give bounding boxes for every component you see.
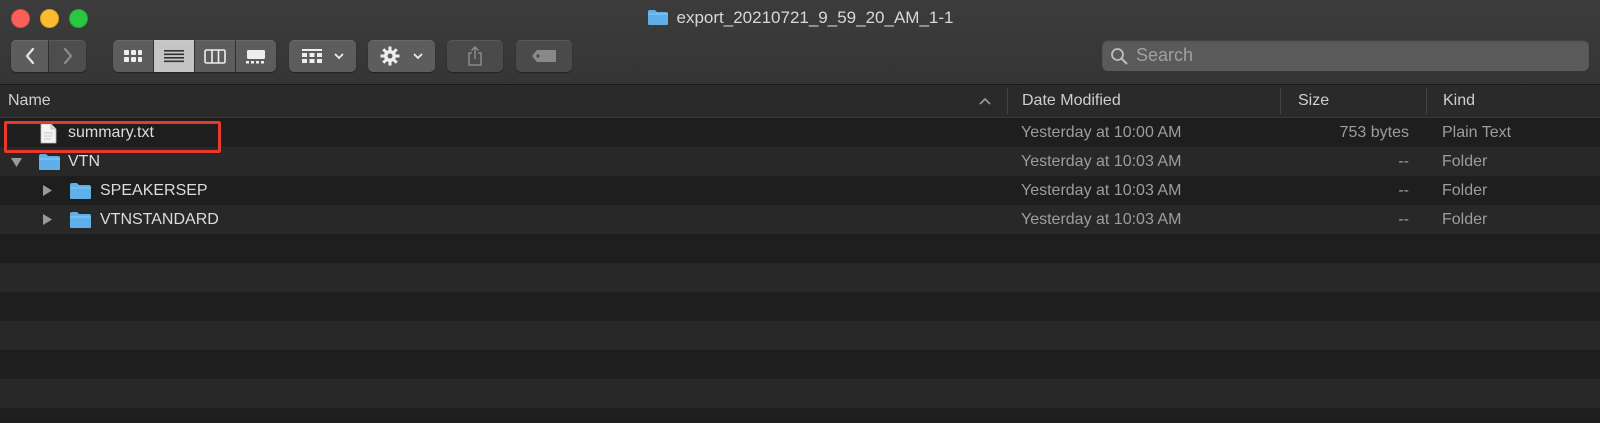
folder-name: VTNSTANDARD xyxy=(100,211,219,228)
column-divider[interactable] xyxy=(1426,88,1427,114)
forward-button[interactable] xyxy=(49,40,86,72)
date-modified: Yesterday at 10:03 AM xyxy=(1021,211,1182,228)
empty-row xyxy=(0,234,1600,263)
file-size: 753 bytes xyxy=(1339,124,1409,141)
group-grid-icon xyxy=(301,49,322,63)
empty-row xyxy=(0,292,1600,321)
disclosure-collapsed-icon[interactable] xyxy=(42,184,53,197)
gallery-view-button[interactable] xyxy=(236,40,276,72)
empty-row xyxy=(0,321,1600,350)
back-button[interactable] xyxy=(11,40,48,72)
chevron-down-icon xyxy=(334,53,344,60)
column-header-date-modified[interactable]: Date Modified xyxy=(1022,85,1121,117)
file-name: summary.txt xyxy=(68,124,154,141)
search-field[interactable] xyxy=(1102,40,1589,71)
folder-icon xyxy=(39,154,60,170)
date-modified: Yesterday at 10:00 AM xyxy=(1021,124,1182,141)
folder-row-vtn[interactable]: VTN Yesterday at 10:03 AM -- Folder xyxy=(0,147,1600,176)
disclosure-expanded-icon[interactable] xyxy=(10,157,23,168)
window-title-text: export_20210721_9_59_20_AM_1-1 xyxy=(676,8,954,27)
file-row-summary-txt[interactable]: summary.txt Yesterday at 10:00 AM 753 by… xyxy=(0,118,1600,147)
search-input[interactable] xyxy=(1134,44,1578,67)
column-divider[interactable] xyxy=(1007,88,1008,114)
file-size: -- xyxy=(1398,153,1409,170)
empty-row xyxy=(0,379,1600,408)
search-icon xyxy=(1111,47,1128,64)
action-menu-button[interactable] xyxy=(368,40,435,72)
folder-row-speakersep[interactable]: SPEAKERSEP Yesterday at 10:03 AM -- Fold… xyxy=(0,176,1600,205)
empty-row xyxy=(0,408,1600,423)
icon-view-icon xyxy=(124,50,142,62)
file-kind: Folder xyxy=(1442,153,1488,170)
share-icon xyxy=(468,46,482,66)
icon-view-button[interactable] xyxy=(113,40,153,72)
list-view-icon xyxy=(164,50,184,63)
column-divider[interactable] xyxy=(1280,88,1281,114)
text-file-icon xyxy=(40,123,57,144)
date-modified: Yesterday at 10:03 AM xyxy=(1021,182,1182,199)
folder-icon xyxy=(70,183,91,199)
gallery-view-icon xyxy=(246,49,265,63)
chevron-up-icon xyxy=(979,97,991,105)
column-header-size[interactable]: Size xyxy=(1298,85,1329,117)
folder-name: SPEAKERSEP xyxy=(100,182,208,199)
chevron-right-icon xyxy=(63,47,72,65)
tag-icon xyxy=(532,50,556,62)
list-view-button[interactable] xyxy=(154,40,194,72)
share-button[interactable] xyxy=(447,40,503,72)
file-kind: Folder xyxy=(1442,211,1488,228)
finder-window: export_20210721_9_59_20_AM_1-1 Search Na… xyxy=(0,0,1600,423)
date-modified: Yesterday at 10:03 AM xyxy=(1021,153,1182,170)
folder-name: VTN xyxy=(68,153,100,170)
file-kind: Plain Text xyxy=(1442,124,1512,141)
file-list: summary.txt Yesterday at 10:00 AM 753 by… xyxy=(0,118,1600,423)
column-header-kind[interactable]: Kind xyxy=(1443,85,1475,117)
column-header-name[interactable]: Name xyxy=(8,85,51,117)
folder-icon xyxy=(70,212,91,228)
column-view-icon xyxy=(204,48,226,64)
gear-icon xyxy=(380,46,400,66)
file-size: -- xyxy=(1398,211,1409,228)
file-kind: Folder xyxy=(1442,182,1488,199)
folder-row-vtnstandard[interactable]: VTNSTANDARD Yesterday at 10:03 AM -- Fol… xyxy=(0,205,1600,234)
tag-button[interactable] xyxy=(516,40,572,72)
chevron-down-icon xyxy=(413,53,423,60)
group-by-button[interactable] xyxy=(289,40,356,72)
column-header: Name Date Modified Size Kind xyxy=(0,85,1600,118)
empty-row xyxy=(0,350,1600,379)
empty-row xyxy=(0,263,1600,292)
folder-icon xyxy=(647,10,668,25)
file-size: -- xyxy=(1398,182,1409,199)
disclosure-collapsed-icon[interactable] xyxy=(42,213,53,226)
column-view-button[interactable] xyxy=(195,40,235,72)
title-bar: export_20210721_9_59_20_AM_1-1 xyxy=(0,0,1600,85)
chevron-left-icon xyxy=(25,47,34,65)
window-title: export_20210721_9_59_20_AM_1-1 xyxy=(0,7,1600,29)
